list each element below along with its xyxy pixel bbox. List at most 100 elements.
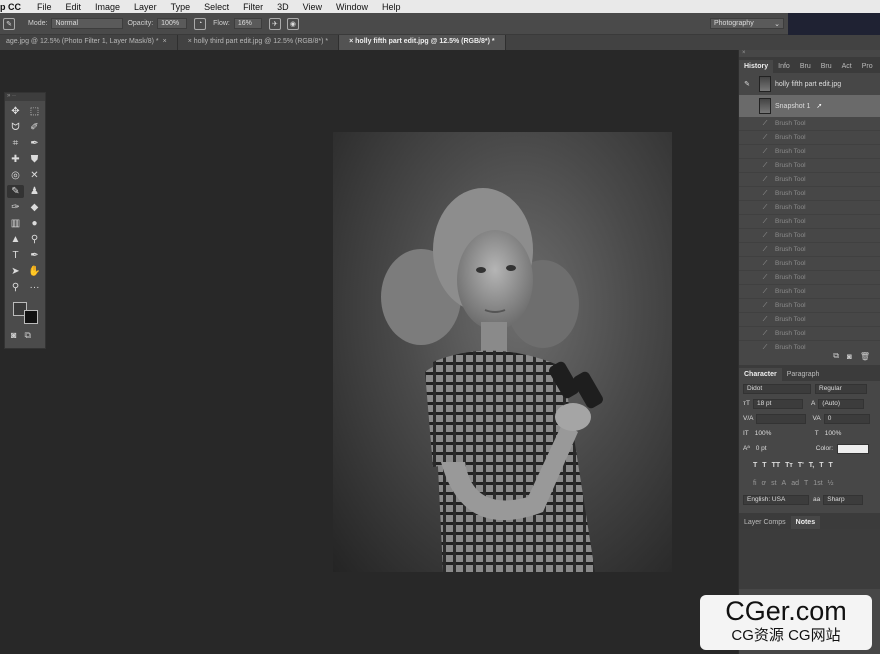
- antialias-select[interactable]: Sharp: [823, 494, 864, 505]
- new-document-from-state-icon[interactable]: ⧉: [833, 351, 839, 361]
- underline-button[interactable]: T: [819, 462, 823, 469]
- ligatures-button[interactable]: fi: [753, 480, 757, 487]
- move-tool-icon[interactable]: ✥: [7, 105, 24, 118]
- gradient-tool-icon[interactable]: ▥: [7, 217, 24, 230]
- menu-select[interactable]: Select: [204, 2, 229, 12]
- tab-info[interactable]: Info: [773, 60, 795, 73]
- leading-field[interactable]: (Auto): [818, 398, 865, 409]
- pressure-opacity-icon[interactable]: ◔: [194, 17, 207, 30]
- history-step[interactable]: ⟋ Brush Tool: [739, 215, 880, 229]
- horizontal-scale-field[interactable]: 100%: [825, 430, 842, 437]
- tab-third-part[interactable]: × holly third part edit.jpg @ 12.5% (RGB…: [178, 35, 340, 50]
- small-caps-button[interactable]: Tт: [785, 462, 793, 469]
- menu-image[interactable]: Image: [95, 2, 120, 12]
- screen-mode-icon[interactable]: ⧉: [24, 330, 30, 341]
- tab-history[interactable]: History: [739, 60, 774, 73]
- type-tool-icon[interactable]: T: [7, 249, 24, 262]
- mode-select[interactable]: Normal: [51, 18, 124, 29]
- path-select-tool-icon[interactable]: ➤: [7, 265, 24, 278]
- language-select[interactable]: English: USA: [743, 494, 809, 505]
- quick-mask-icon[interactable]: ◙: [11, 330, 16, 341]
- history-step[interactable]: ⟋ Brush Tool: [739, 285, 880, 299]
- baseline-shift-field[interactable]: 0 pt: [756, 445, 816, 452]
- opacity-field[interactable]: 100%: [157, 18, 188, 29]
- menu-edit[interactable]: Edit: [66, 2, 82, 12]
- subscript-button[interactable]: T,: [809, 462, 814, 469]
- history-step[interactable]: ⟋ Brush Tool: [739, 341, 880, 350]
- titling-button[interactable]: ad: [791, 480, 799, 487]
- close-icon[interactable]: ×: [163, 38, 167, 45]
- swash-button[interactable]: A: [782, 480, 787, 487]
- marquee-tool-icon[interactable]: ⬚: [26, 105, 43, 118]
- zoom-tool-icon[interactable]: ⚲: [7, 281, 24, 294]
- history-step[interactable]: ⟋ Brush Tool: [739, 313, 880, 327]
- tab-brush[interactable]: Bru: [795, 60, 816, 73]
- menu-filter[interactable]: Filter: [243, 2, 263, 12]
- brush-preset-icon[interactable]: ✎: [3, 17, 15, 30]
- eraser-tool-icon[interactable]: ◆: [26, 201, 43, 214]
- font-size-field[interactable]: 18 pt: [752, 398, 803, 409]
- history-step[interactable]: ⟋ Brush Tool: [739, 131, 880, 145]
- tab-properties[interactable]: Pro: [857, 60, 878, 73]
- close-icon[interactable]: ×: [188, 38, 192, 45]
- tab-actions[interactable]: Act: [837, 60, 857, 73]
- superscript-button[interactable]: T': [798, 462, 804, 469]
- history-snapshot-1[interactable]: Snapshot 1 ➚: [739, 95, 880, 117]
- font-family-select[interactable]: Didot: [743, 383, 811, 394]
- tab-paragraph[interactable]: Paragraph: [782, 368, 825, 381]
- content-aware-move-icon[interactable]: ✕: [26, 169, 43, 182]
- tab-brush-presets[interactable]: Bru: [816, 60, 837, 73]
- healing-tool-icon[interactable]: ✚: [7, 153, 24, 166]
- menu-view[interactable]: View: [303, 2, 322, 12]
- more-tools-icon[interactable]: ···: [26, 281, 43, 294]
- menu-type[interactable]: Type: [171, 2, 191, 12]
- menu-window[interactable]: Window: [336, 2, 368, 12]
- camera-icon[interactable]: ◙: [847, 352, 852, 361]
- panel-dock-header[interactable]: ×: [739, 50, 880, 57]
- tracking-field[interactable]: 0: [823, 413, 870, 424]
- ordinals-button[interactable]: 1st: [813, 480, 822, 487]
- tab-fifth-part[interactable]: × holly fifth part edit.jpg @ 12.5% (RGB…: [339, 35, 506, 50]
- ornaments-button[interactable]: T: [804, 480, 808, 487]
- font-style-select[interactable]: Regular: [815, 383, 867, 394]
- notes-area[interactable]: [739, 529, 880, 589]
- menu-file[interactable]: File: [37, 2, 52, 12]
- hand-tool-icon[interactable]: ✋: [26, 265, 43, 278]
- faux-bold-button[interactable]: T: [753, 462, 757, 469]
- history-step[interactable]: ⟋ Brush Tool: [739, 159, 880, 173]
- history-step[interactable]: ⟋ Brush Tool: [739, 327, 880, 341]
- pen-tool-icon[interactable]: ✒: [26, 249, 43, 262]
- kerning-field[interactable]: [756, 413, 807, 424]
- dodge-tool-icon[interactable]: ⚲: [26, 233, 43, 246]
- clone-stamp-tool-icon[interactable]: ♟: [26, 185, 43, 198]
- menu-3d[interactable]: 3D: [277, 2, 289, 12]
- history-step[interactable]: ⟋ Brush Tool: [739, 299, 880, 313]
- tab-notes[interactable]: Notes: [790, 516, 821, 529]
- crop-tool-icon[interactable]: ⌗: [7, 137, 24, 150]
- tab-layer-comps[interactable]: Layer Comps: [739, 516, 791, 529]
- background-color-swatch[interactable]: [24, 310, 38, 324]
- flow-field[interactable]: 16%: [233, 18, 262, 29]
- history-step[interactable]: ⟋ Brush Tool: [739, 173, 880, 187]
- text-color-swatch[interactable]: [837, 443, 870, 454]
- history-step[interactable]: ⟋ Brush Tool: [739, 257, 880, 271]
- tab-character[interactable]: Character: [739, 368, 782, 381]
- history-step[interactable]: ⟋ Brush Tool: [739, 271, 880, 285]
- menu-layer[interactable]: Layer: [134, 2, 157, 12]
- patch-tool-icon[interactable]: ⛊: [26, 153, 43, 166]
- brush-tool-icon[interactable]: ✎: [7, 185, 24, 198]
- stylistic-alternates-button[interactable]: st: [771, 480, 776, 487]
- vertical-scale-field[interactable]: 100%: [755, 430, 815, 437]
- pressure-size-icon[interactable]: ◉: [286, 17, 299, 30]
- trash-icon[interactable]: 🗑: [860, 352, 870, 361]
- red-eye-tool-icon[interactable]: ◎: [7, 169, 24, 182]
- discretionary-ligatures-button[interactable]: ơ: [762, 480, 767, 487]
- airbrush-icon[interactable]: ✈: [268, 17, 281, 30]
- strikethrough-button[interactable]: T: [829, 462, 833, 469]
- eyedropper-tool-icon[interactable]: ✒: [26, 137, 43, 150]
- history-step[interactable]: ⟋ Brush Tool: [739, 187, 880, 201]
- history-brush-tool-icon[interactable]: ✑: [7, 201, 24, 214]
- menu-help[interactable]: Help: [382, 2, 401, 12]
- quick-select-tool-icon[interactable]: ✐: [26, 121, 43, 134]
- history-source-brush-icon[interactable]: ✎: [739, 80, 755, 88]
